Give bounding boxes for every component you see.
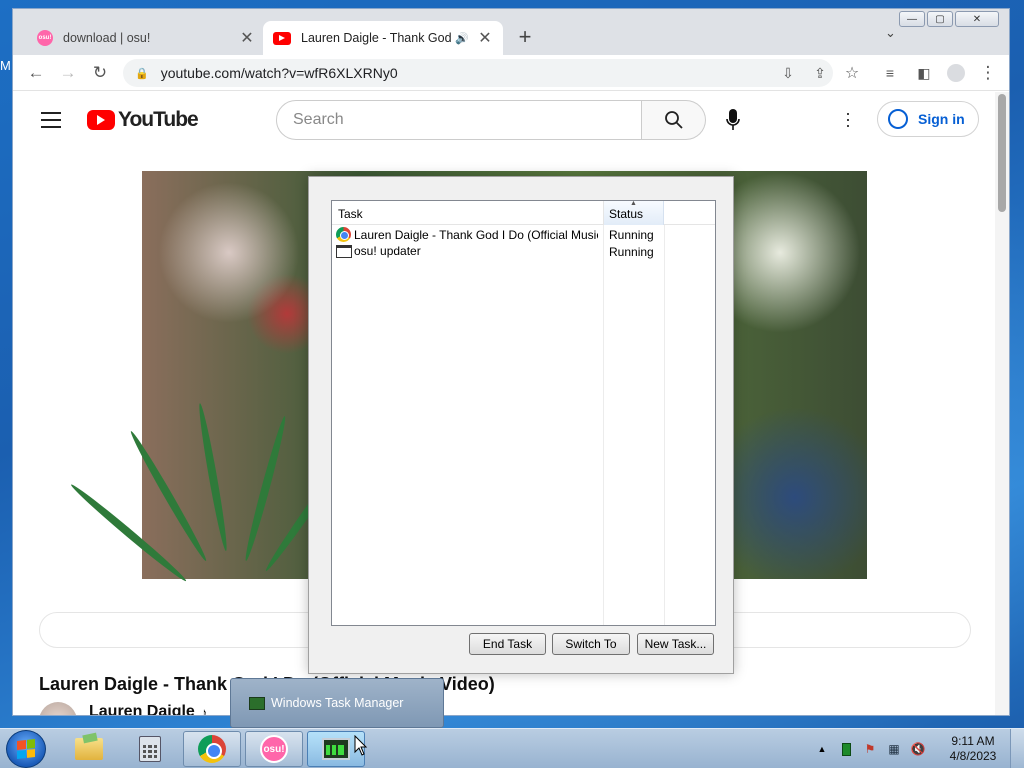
taskbar-chrome[interactable]	[183, 731, 241, 767]
column-header-task[interactable]: Task	[332, 201, 604, 225]
tab-title: download | osu!	[63, 31, 151, 45]
task-list-header: Task ▲ Status	[332, 200, 715, 225]
osu-icon: osu!	[260, 735, 288, 763]
new-task-button[interactable]: New Task...	[637, 633, 714, 655]
osu-favicon-icon: osu!	[37, 30, 53, 46]
sign-in-button[interactable]: Sign in	[877, 101, 979, 137]
task-row[interactable]: osu! updater Running	[332, 243, 715, 260]
task-manager-window: Task ▲ Status Lauren Daigle - Thank God …	[308, 176, 734, 674]
close-window-button[interactable]: ✕	[955, 11, 999, 27]
task-row[interactable]: Lauren Daigle - Thank God I Do (Official…	[332, 226, 715, 243]
taskbar-thumbnail-popup[interactable]: Windows Task Manager	[230, 678, 444, 728]
forward-arrow-icon[interactable]: →	[57, 62, 79, 84]
taskbar: osu! ▲ ⚑ ▦ 🔇 9:11 AM 4/8/2023	[0, 728, 1024, 768]
microphone-icon[interactable]	[725, 108, 741, 132]
audio-playing-icon[interactable]: 🔊	[455, 32, 469, 45]
back-arrow-icon[interactable]: ←	[25, 62, 47, 84]
youtube-play-icon	[87, 110, 115, 130]
music-note-icon: ♪	[200, 704, 208, 716]
switch-to-button[interactable]: Switch To	[552, 633, 630, 655]
window-controls: — ▢ ✕	[899, 11, 999, 27]
action-center-flag-icon[interactable]: ⚑	[862, 741, 878, 757]
install-app-icon[interactable]: ⇩	[777, 62, 799, 84]
share-icon[interactable]: ⇪	[809, 62, 831, 84]
bookmark-star-icon[interactable]: ☆	[841, 62, 863, 84]
chrome-icon	[198, 735, 226, 763]
channel-name[interactable]: Lauren Daigle	[89, 703, 195, 715]
taskbar-explorer[interactable]	[60, 731, 118, 767]
browser-toolbar: ← → ↻ 🔒 youtube.com/watch?v=wfR6XLXRNy0 …	[13, 55, 1009, 91]
task-manager-icon	[249, 696, 265, 710]
youtube-logo[interactable]: YouTube	[87, 108, 199, 132]
app-window-icon	[336, 244, 352, 258]
sort-ascending-icon: ▲	[630, 200, 637, 207]
tab-search-chevron-icon[interactable]: ⌄	[885, 25, 896, 41]
battery-icon[interactable]	[838, 741, 854, 757]
channel-row: Lauren Daigle ♪	[39, 702, 208, 716]
taskbar-calculator[interactable]	[121, 731, 179, 767]
calculator-icon	[139, 736, 161, 762]
column-header-status[interactable]: ▲ Status	[604, 200, 664, 225]
network-icon[interactable]: ▦	[886, 741, 902, 757]
windows-logo-icon	[17, 739, 35, 759]
chrome-icon	[336, 227, 351, 242]
page-scrollbar[interactable]	[995, 92, 1009, 715]
show-hidden-icons-icon[interactable]: ▲	[814, 741, 830, 757]
chrome-menu-icon[interactable]: ⋮	[977, 62, 999, 84]
url-text[interactable]: youtube.com/watch?v=wfR6XLXRNy0	[161, 65, 398, 81]
youtube-favicon-icon	[273, 31, 291, 45]
side-panel-icon[interactable]: ◧	[913, 62, 935, 84]
tab-close-icon[interactable]: ✕	[239, 28, 255, 48]
taskbar-osu[interactable]: osu!	[245, 731, 303, 767]
system-clock[interactable]: 9:11 AM 4/8/2023	[944, 734, 1002, 764]
volume-muted-icon[interactable]: 🔇	[910, 741, 926, 757]
system-tray: ▲ ⚑ ▦ 🔇	[814, 729, 934, 768]
start-button[interactable]	[6, 730, 46, 768]
folder-icon	[75, 738, 103, 760]
end-task-button[interactable]: End Task	[469, 633, 546, 655]
clock-time: 9:11 AM	[951, 734, 995, 748]
new-tab-button[interactable]: +	[513, 24, 537, 50]
tab-strip: osu! download | osu! ✕ Lauren Daigle - T…	[13, 9, 1009, 55]
reload-icon[interactable]: ↻	[89, 62, 111, 84]
lock-icon[interactable]: 🔒	[135, 67, 149, 80]
account-icon	[888, 109, 908, 129]
thumbnail-title: Windows Task Manager	[271, 696, 404, 710]
channel-avatar[interactable]	[39, 702, 77, 715]
maximize-button[interactable]: ▢	[927, 11, 953, 27]
guide-menu-icon[interactable]	[41, 112, 61, 128]
tab-title: Lauren Daigle - Thank God I	[301, 31, 456, 45]
mouse-cursor-icon	[354, 735, 368, 756]
settings-kebab-icon[interactable]: · · ·	[845, 104, 851, 134]
tab-osu-download[interactable]: osu! download | osu! ✕	[27, 21, 265, 55]
minimize-button[interactable]: —	[899, 11, 925, 27]
media-controls-icon[interactable]: ≡	[879, 62, 901, 84]
profile-avatar-icon[interactable]	[945, 62, 967, 84]
clock-date: 4/8/2023	[949, 749, 997, 763]
tab-youtube-video[interactable]: Lauren Daigle - Thank God I 🔊 ✕	[263, 21, 503, 55]
search-button[interactable]	[642, 100, 706, 140]
search-icon	[664, 111, 683, 129]
address-bar[interactable]: 🔒 youtube.com/watch?v=wfR6XLXRNy0	[123, 59, 833, 87]
show-desktop-button[interactable]	[1010, 729, 1024, 768]
tab-close-icon[interactable]: ✕	[477, 28, 493, 48]
task-list[interactable]: Task ▲ Status Lauren Daigle - Thank God …	[331, 200, 716, 626]
task-manager-icon	[322, 738, 350, 760]
search-input[interactable]: Search	[276, 100, 642, 140]
